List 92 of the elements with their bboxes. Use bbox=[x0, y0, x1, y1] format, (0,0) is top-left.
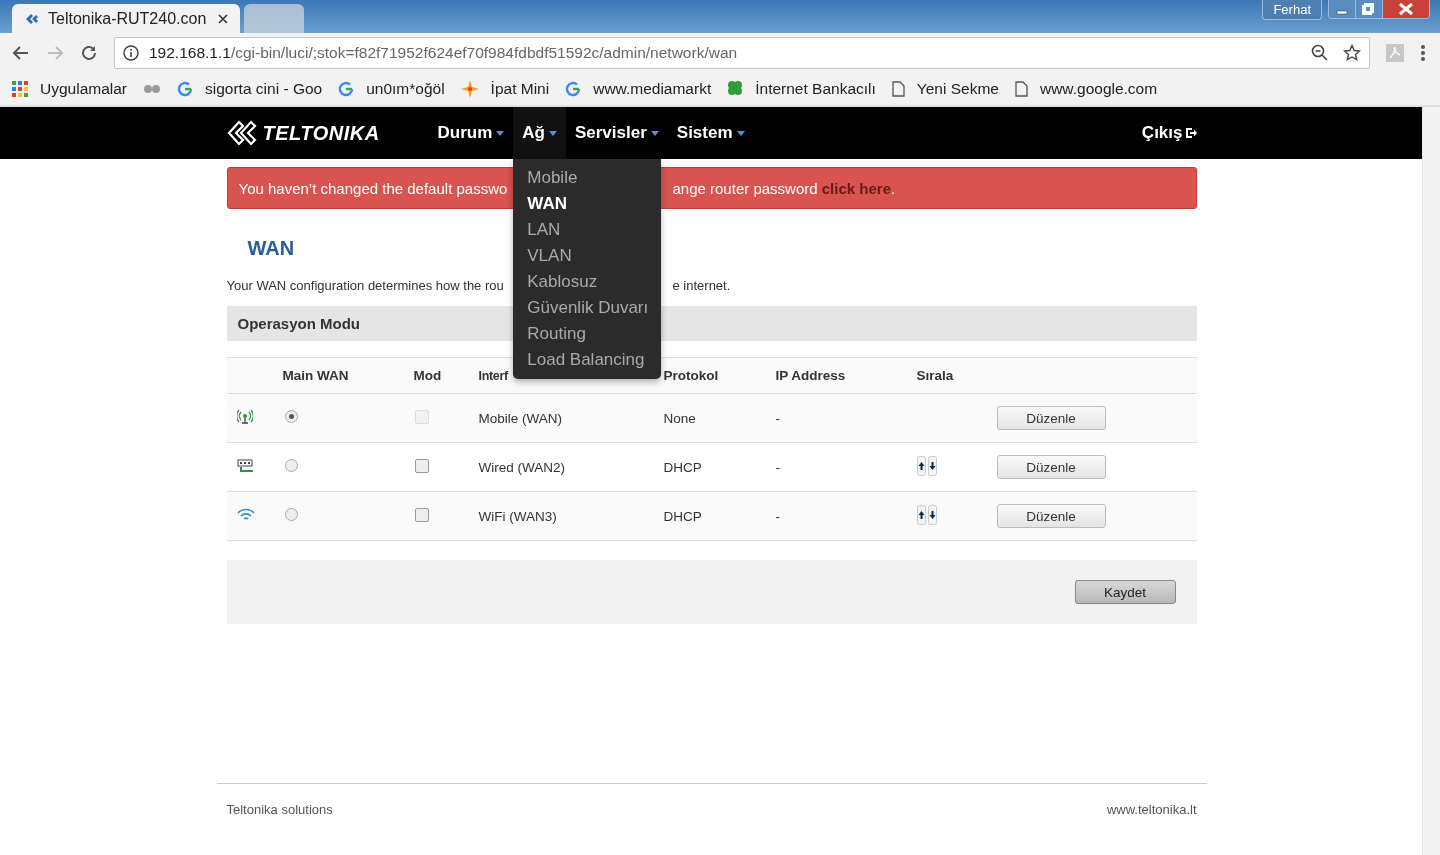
info-icon bbox=[123, 45, 139, 61]
edit-button[interactable]: Düzenle bbox=[996, 504, 1106, 528]
menu-item[interactable]: Güvenlik Duvarı bbox=[513, 295, 662, 321]
reload-icon[interactable] bbox=[80, 44, 98, 62]
checkbox[interactable] bbox=[414, 507, 429, 522]
footer-text: Teltonika solutions bbox=[226, 802, 333, 817]
antenna-icon bbox=[236, 409, 253, 424]
bookmark[interactable]: Uygulamalar bbox=[12, 80, 127, 98]
section-title: Operasyon Modu bbox=[237, 315, 360, 332]
page-title: WAN bbox=[247, 237, 295, 260]
radio-button[interactable] bbox=[284, 508, 298, 521]
caret-icon bbox=[496, 130, 505, 136]
column-header: Protokol bbox=[663, 368, 719, 383]
minimize-icon[interactable] bbox=[1329, 0, 1356, 18]
table-cell: Wired (WAN2) bbox=[478, 442, 664, 492]
page-icon bbox=[891, 81, 905, 97]
maximize-icon[interactable] bbox=[1356, 0, 1383, 18]
logo-text: TELTONIKA bbox=[262, 121, 380, 145]
caret-icon bbox=[650, 130, 659, 136]
description-text: e internet. bbox=[672, 278, 731, 293]
column-header: Mod bbox=[413, 368, 442, 383]
edit-button[interactable]: Düzenle bbox=[996, 455, 1106, 479]
scrollbar[interactable] bbox=[1422, 107, 1440, 855]
nav-menu[interactable]: Sistem bbox=[667, 107, 754, 159]
edit-button[interactable]: Düzenle bbox=[996, 406, 1106, 430]
bookmark[interactable]: İnternet Bankacılı bbox=[727, 80, 876, 98]
alert-text: ange router password click here. bbox=[672, 179, 896, 197]
sparkle-icon bbox=[460, 80, 479, 98]
bookmark[interactable]: Yeni Sekme bbox=[891, 80, 999, 98]
close-icon[interactable] bbox=[218, 13, 229, 24]
radio-button[interactable] bbox=[284, 410, 298, 423]
google-icon bbox=[565, 81, 582, 97]
bookmark[interactable]: sigorta cini - Goo bbox=[177, 80, 323, 98]
zoom-icon[interactable] bbox=[1311, 44, 1329, 62]
bookmark[interactable]: İpat Mini bbox=[460, 80, 550, 98]
address-field[interactable]: 192.168.1.1/cgi-bin/luci/;stok=f82f71952f624ef70f984fdbdf51592c/admin/network/wan bbox=[114, 37, 1370, 69]
clover-icon bbox=[727, 80, 744, 98]
table-cell: - bbox=[775, 491, 917, 541]
bookmark[interactable]: www.google.com bbox=[1015, 80, 1158, 98]
logout-icon bbox=[1184, 127, 1197, 139]
radio-button[interactable] bbox=[284, 459, 298, 472]
move-up-icon[interactable] bbox=[916, 504, 926, 525]
browser-tab[interactable]: Teltonika-RUT240.con bbox=[12, 4, 241, 33]
logo-icon bbox=[24, 11, 40, 26]
tab-title: Teltonika-RUT240.con bbox=[48, 9, 207, 28]
footer-link[interactable]: www.teltonika.lt bbox=[1106, 802, 1197, 817]
menu-item[interactable]: LAN bbox=[513, 217, 662, 243]
alert-text: You haven’t changed the default passwo bbox=[238, 179, 508, 197]
back-icon[interactable] bbox=[12, 44, 30, 62]
move-down-icon[interactable] bbox=[927, 455, 937, 476]
table-cell: - bbox=[775, 442, 917, 492]
table-cell: WiFi (WAN3) bbox=[478, 491, 664, 541]
user-badge[interactable]: Ferhat bbox=[1262, 0, 1322, 20]
menu-item[interactable]: Load Balancing bbox=[513, 347, 662, 373]
column-header: Interf bbox=[478, 368, 508, 383]
menu-item[interactable]: VLAN bbox=[513, 243, 662, 269]
mask-icon bbox=[143, 83, 161, 95]
nav-menu[interactable]: Servisler bbox=[565, 107, 668, 159]
menu-item[interactable]: Kablosuz bbox=[513, 269, 662, 295]
bookmark[interactable]: un0ım*oğöl bbox=[338, 80, 445, 98]
nav-menu[interactable]: Durum bbox=[428, 107, 514, 159]
star-icon[interactable] bbox=[1343, 44, 1361, 62]
table-cell: - bbox=[775, 393, 917, 443]
table-cell: Mobile (WAN) bbox=[478, 393, 664, 443]
close-icon[interactable] bbox=[1383, 0, 1429, 18]
google-icon bbox=[338, 81, 355, 97]
table-cell: DHCP bbox=[663, 491, 776, 541]
wifi-icon bbox=[236, 507, 255, 522]
caret-icon bbox=[548, 130, 557, 136]
column-header: IP Address bbox=[775, 368, 846, 383]
column-header: Sırala bbox=[916, 368, 954, 383]
menu-icon[interactable] bbox=[1420, 44, 1426, 62]
logout-link[interactable]: Çıkış bbox=[1141, 123, 1197, 143]
caret-icon bbox=[736, 130, 745, 136]
save-button[interactable]: Kaydet bbox=[1074, 580, 1176, 604]
menu-item[interactable]: WAN bbox=[513, 191, 662, 217]
menu-item[interactable]: Routing bbox=[513, 321, 662, 347]
table-cell: None bbox=[663, 393, 776, 443]
nav-menu[interactable]: Ağ bbox=[513, 107, 566, 159]
bookmark[interactable]: www.mediamarkt bbox=[565, 80, 712, 98]
page-icon bbox=[1015, 81, 1028, 97]
column-header: Main WAN bbox=[282, 368, 349, 383]
apps-icon bbox=[12, 81, 28, 97]
bookmark[interactable] bbox=[143, 83, 161, 95]
description-text: Your WAN configuration determines how the rou bbox=[226, 278, 504, 293]
ethernet-icon bbox=[236, 458, 255, 473]
menu-item[interactable]: Mobile bbox=[513, 165, 662, 191]
move-down-icon[interactable] bbox=[927, 504, 937, 525]
checkbox[interactable] bbox=[414, 458, 429, 473]
google-icon bbox=[177, 81, 193, 97]
table-cell: DHCP bbox=[663, 442, 776, 492]
move-up-icon[interactable] bbox=[916, 455, 926, 476]
